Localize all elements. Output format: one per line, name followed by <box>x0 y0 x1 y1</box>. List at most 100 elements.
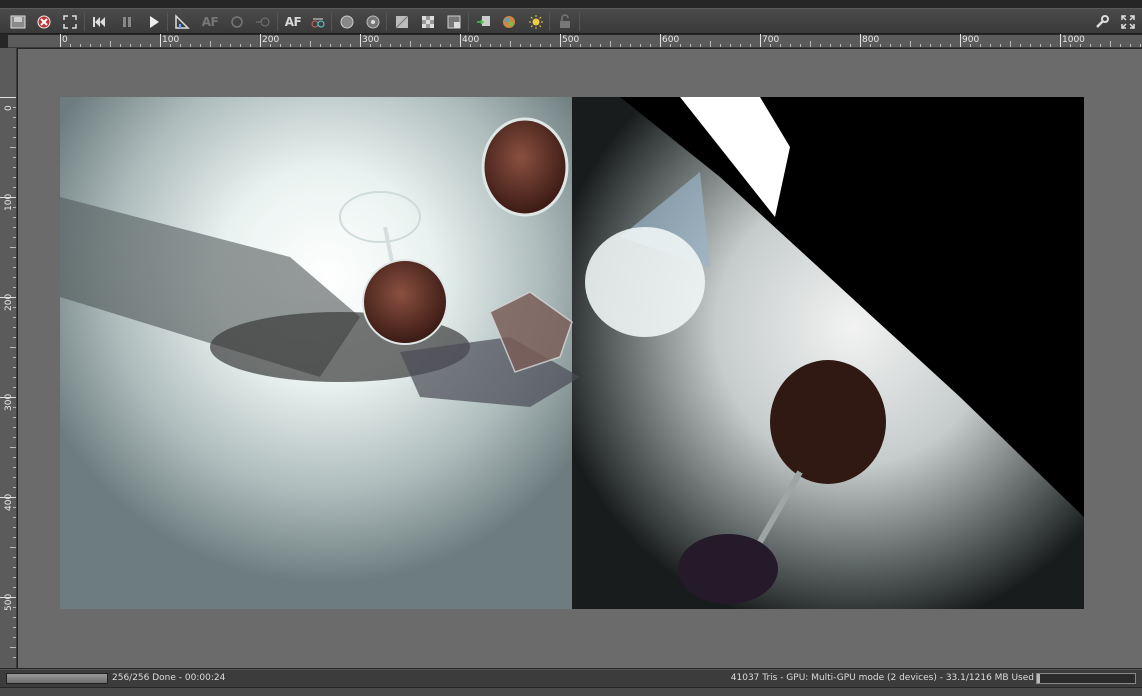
autofocus-pick-icon[interactable]: AF <box>200 12 220 32</box>
ruler-h-minor-tick <box>280 44 281 47</box>
ruler-v-minor-tick <box>13 287 16 288</box>
fullscreen-icon[interactable] <box>1118 12 1138 32</box>
ruler-h-minor-tick <box>1140 44 1141 47</box>
ruler-v-minor-tick <box>13 517 16 518</box>
ruler-v-minor-tick <box>13 387 16 388</box>
toolbar-separator <box>549 13 550 31</box>
ruler-h-major-tick <box>360 34 361 47</box>
ruler-h-minor-tick <box>830 44 831 47</box>
ruler-v-minor-tick <box>13 577 16 578</box>
light-icon[interactable] <box>526 12 546 32</box>
ruler-h-minor-tick <box>480 44 481 47</box>
ruler-h-minor-tick <box>1070 44 1071 47</box>
autofocus-toggle[interactable]: AF <box>283 12 303 32</box>
ruler-h-minor-tick <box>240 44 241 47</box>
ruler-v-minor-tick <box>13 377 16 378</box>
restart-icon[interactable] <box>89 12 109 32</box>
ruler-v-minor-tick <box>13 267 16 268</box>
alpha-icon[interactable] <box>392 12 412 32</box>
ruler-h-minor-tick <box>400 44 401 47</box>
ruler-v-minor-tick <box>13 127 16 128</box>
ruler-h-minor-tick <box>530 44 531 47</box>
bottom-panel-edge <box>0 688 1142 696</box>
ruler-h-minor-tick <box>220 44 221 47</box>
ruler-h-minor-tick <box>940 44 941 47</box>
render-viewport[interactable] <box>18 49 1142 668</box>
ruler-v-minor-tick <box>13 137 16 138</box>
play-icon[interactable] <box>144 12 164 32</box>
region-icon[interactable] <box>253 12 273 32</box>
ruler-v-minor-tick <box>10 247 16 248</box>
sphere-a-icon[interactable] <box>337 12 357 32</box>
ruler-v-minor-tick <box>13 207 16 208</box>
render-image-graphic <box>60 97 1084 609</box>
ruler-v-minor-tick <box>13 317 16 318</box>
toolbar-separator <box>579 13 580 31</box>
ruler-h-minor-tick <box>410 41 411 47</box>
ruler-h-minor-tick <box>580 44 581 47</box>
toolbar-separator <box>167 13 168 31</box>
ruler-h-minor-tick <box>170 44 171 47</box>
vertical-ruler: 0 100 200 300 400 500 <box>0 48 17 668</box>
save-image-icon[interactable] <box>8 12 28 32</box>
ruler-h-minor-tick <box>1100 44 1101 47</box>
ruler-h-minor-tick <box>900 44 901 47</box>
ruler-h-minor-tick <box>1120 44 1121 47</box>
ruler-h-minor-tick <box>970 44 971 47</box>
ruler-h-minor-tick <box>1030 44 1031 47</box>
sphere-b-icon[interactable] <box>363 12 383 32</box>
ruler-v-minor-tick <box>13 167 16 168</box>
ruler-h-minor-tick <box>80 44 81 47</box>
ruler-h-minor-tick <box>590 44 591 47</box>
ruler-h-minor-tick <box>650 44 651 47</box>
toolbar-separator <box>84 13 85 31</box>
ruler-v-minor-tick <box>13 527 16 528</box>
rotate-icon[interactable] <box>227 12 247 32</box>
ruler-h-major-tick <box>760 34 761 47</box>
ruler-h-minor-tick <box>1080 44 1081 47</box>
color-pick-icon[interactable] <box>499 12 519 32</box>
ruler-h-minor-tick <box>350 44 351 47</box>
toolbar: AF AF <box>0 8 1142 34</box>
ruler-v-minor-tick <box>13 117 16 118</box>
ruler-h-label: 0 <box>62 35 68 45</box>
ruler-h-major-tick <box>260 34 261 47</box>
ruler-v-label: 300 <box>4 393 14 411</box>
ruler-v-minor-tick <box>13 487 16 488</box>
ruler-h-minor-tick <box>950 44 951 47</box>
ruler-h-minor-tick <box>510 41 511 47</box>
compare-icon[interactable] <box>444 12 464 32</box>
ruler-h-minor-tick <box>1090 44 1091 47</box>
ruler-h-minor-tick <box>450 44 451 47</box>
fit-view-icon[interactable] <box>60 12 80 32</box>
ruler-h-minor-tick <box>610 41 611 47</box>
settings-wrench-icon[interactable] <box>1092 12 1112 32</box>
ruler-h-minor-tick <box>990 44 991 47</box>
ruler-h-minor-tick <box>440 44 441 47</box>
ruler-h-minor-tick <box>670 44 671 47</box>
lock-icon[interactable] <box>555 12 575 32</box>
ruler-h-minor-tick <box>1000 44 1001 47</box>
memory-usage-bar <box>1036 673 1136 684</box>
pause-icon[interactable] <box>117 12 137 32</box>
ruler-h-minor-tick <box>690 44 691 47</box>
import-icon[interactable] <box>474 12 494 32</box>
ruler-h-minor-tick <box>1110 41 1111 47</box>
ruler-h-minor-tick <box>810 41 811 47</box>
ruler-v-minor-tick <box>13 607 16 608</box>
ruler-v-minor-tick <box>10 347 16 348</box>
ruler-v-minor-tick <box>13 177 16 178</box>
focus-pick-icon[interactable] <box>172 12 192 32</box>
cancel-render-icon[interactable] <box>34 12 54 32</box>
ruler-v-label: 100 <box>4 193 14 211</box>
ruler-v-minor-tick <box>13 187 16 188</box>
render-progress-bar <box>6 673 108 684</box>
checker-icon[interactable] <box>418 12 438 32</box>
toolbar-separator <box>386 13 387 31</box>
ruler-h-minor-tick <box>930 44 931 47</box>
ruler-h-minor-tick <box>1040 44 1041 47</box>
stereo-icon[interactable] <box>308 12 328 32</box>
ruler-h-minor-tick <box>520 44 521 47</box>
render-image[interactable] <box>60 97 1084 609</box>
ruler-h-major-tick <box>960 34 961 47</box>
